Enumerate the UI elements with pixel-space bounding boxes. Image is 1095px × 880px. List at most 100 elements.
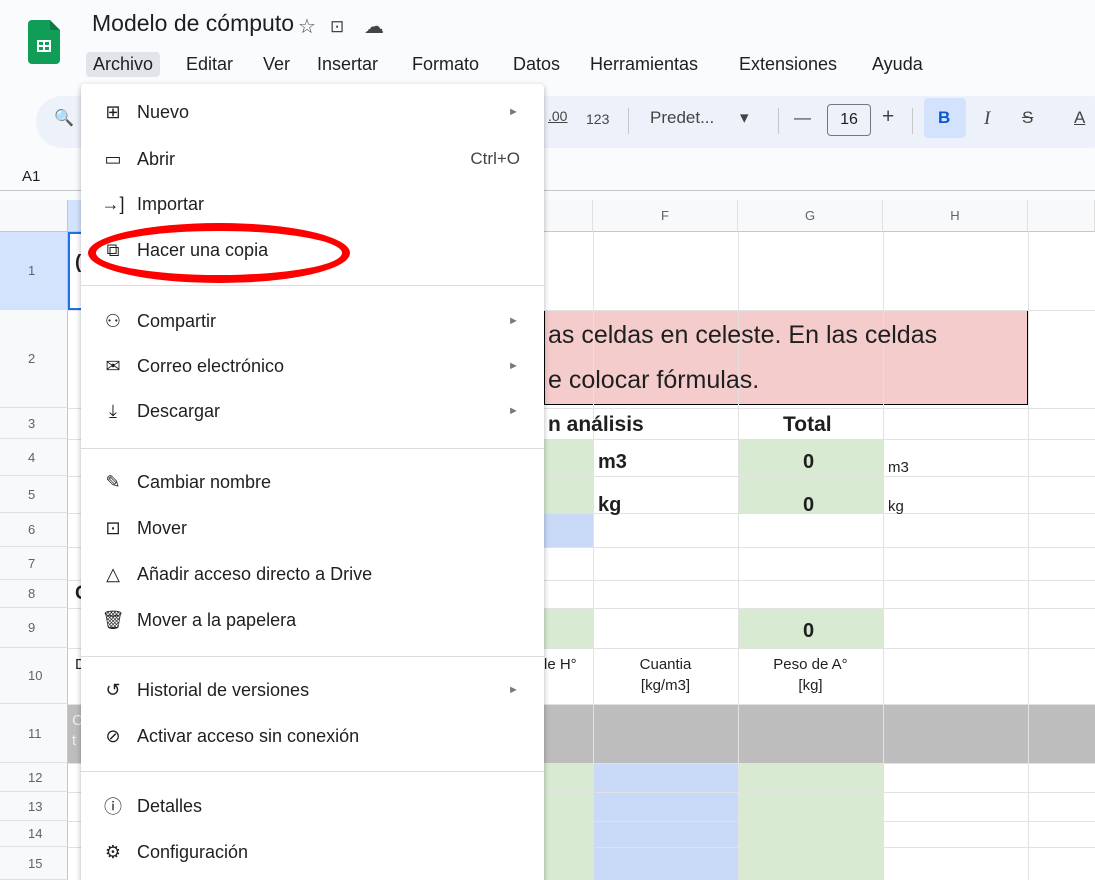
blue-cell-e6[interactable] — [544, 513, 593, 547]
increase-font-button[interactable]: + — [882, 105, 894, 129]
menu-item-label: Mover a la papelera — [137, 609, 297, 630]
strikethrough-button[interactable]: S — [1022, 108, 1033, 128]
row-header-11[interactable]: 11 — [0, 704, 68, 763]
rename-icon: ✎ — [105, 471, 121, 492]
column-g-header[interactable]: G — [738, 200, 883, 232]
history-icon: ↺ — [105, 679, 121, 700]
red-highlight-ellipse — [88, 223, 350, 283]
row-header-13[interactable]: 13 — [0, 792, 68, 821]
menu-insertar[interactable]: Insertar — [310, 52, 385, 77]
menu-item-label: Activar acceso sin conexión — [137, 725, 360, 746]
new-icon: ⊞ — [105, 101, 121, 122]
submenu-arrow-icon: ► — [508, 360, 519, 372]
menu-item-label: Mover — [137, 517, 188, 538]
menu-item-label: Historial de versiones — [137, 679, 310, 700]
menu-item-label: Detalles — [137, 795, 203, 816]
row-header-8[interactable]: 8 — [0, 580, 68, 608]
cell-a11-line2: t — [72, 732, 77, 749]
menu-item-compartir[interactable]: ⚇ Compartir ► — [81, 299, 544, 343]
column-f-header[interactable]: F — [593, 200, 738, 232]
row-header-14[interactable]: 14 — [0, 821, 68, 847]
menu-datos[interactable]: Datos — [506, 52, 567, 77]
info-icon: ⓘ — [104, 797, 122, 817]
name-box[interactable]: A1 — [22, 168, 40, 185]
bold-button[interactable]: B — [938, 108, 950, 128]
cloud-status-icon[interactable]: ☁ — [364, 14, 384, 39]
row-header-7[interactable]: 7 — [0, 547, 68, 580]
menu-item-configuracion[interactable]: ⚙ Configuración — [81, 830, 544, 874]
submenu-arrow-icon: ► — [508, 684, 519, 696]
menu-extensiones[interactable]: Extensiones — [732, 52, 844, 77]
decimal-format-button[interactable]: .00 — [548, 108, 567, 124]
column-a-header[interactable] — [68, 200, 82, 232]
menu-item-descargar[interactable]: ⤓ Descargar ► — [81, 389, 544, 433]
menu-divider — [81, 656, 544, 657]
menu-item-activar-acceso-sin-conexion[interactable]: ⊘ Activar acceso sin conexión — [81, 714, 544, 758]
toolbar-divider — [778, 108, 779, 134]
submenu-arrow-icon: ► — [508, 315, 519, 327]
cell-h5-unit: kg — [888, 498, 904, 515]
font-size-input[interactable]: 16 — [827, 104, 871, 136]
menu-item-nuevo[interactable]: ⊞ Nuevo ► — [81, 90, 544, 134]
menu-item-mover-a-la-papelera[interactable]: 🗑 Mover a la papelera — [81, 598, 544, 642]
menu-formato[interactable]: Formato — [405, 52, 486, 77]
document-title[interactable]: Modelo de cómputo — [92, 10, 294, 37]
row-header-12[interactable]: 12 — [0, 763, 68, 792]
move-folder-icon[interactable]: ⊡ — [330, 17, 344, 37]
column-i-header[interactable] — [1028, 200, 1095, 232]
search-menus-icon[interactable]: 🔍 — [54, 108, 74, 128]
menu-item-abrir[interactable]: ▭ Abrir Ctrl+O — [81, 137, 544, 181]
move-icon: ⊡ — [105, 517, 121, 538]
menu-item-label: Cambiar nombre — [137, 471, 272, 492]
folder-open-icon: ▭ — [104, 148, 122, 169]
number-format-button[interactable]: 123 — [586, 111, 609, 127]
font-family-select[interactable]: Predet... — [650, 108, 714, 128]
row-header-4[interactable]: 4 — [0, 439, 68, 476]
column-e-header[interactable] — [544, 200, 593, 232]
menu-item-label: Correo electrónico — [137, 355, 285, 376]
select-all-corner[interactable] — [0, 200, 68, 232]
email-icon: ✉ — [105, 355, 121, 376]
row-header-9[interactable]: 9 — [0, 608, 68, 648]
cell-g4-value: 0 — [803, 451, 815, 473]
menu-herramientas[interactable]: Herramientas — [583, 52, 705, 77]
menu-archivo[interactable]: Archivo — [86, 52, 161, 77]
menu-item-historial-de-versiones[interactable]: ↺ Historial de versiones ► — [81, 668, 544, 712]
column-h-header[interactable]: H — [883, 200, 1028, 232]
sheets-logo-icon[interactable] — [28, 20, 60, 64]
menu-editar[interactable]: Editar — [179, 52, 240, 77]
cell-h4-unit: m3 — [888, 459, 909, 476]
italic-button[interactable]: I — [984, 108, 990, 130]
menu-item-importar[interactable]: →] Importar — [81, 182, 544, 226]
row-header-10[interactable]: 10 — [0, 648, 68, 704]
menu-item-acceso-directo[interactable]: △ Añadir acceso directo a Drive — [81, 552, 544, 596]
star-icon[interactable]: ☆ — [298, 14, 316, 39]
menu-item-shortcut: Ctrl+O — [470, 149, 520, 168]
row-header-2[interactable]: 2 — [0, 310, 68, 408]
menu-item-correo-electronico[interactable]: ✉ Correo electrónico ► — [81, 344, 544, 388]
menu-ver[interactable]: Ver — [256, 52, 297, 77]
menu-item-detalles[interactable]: ⓘ Detalles — [81, 784, 544, 828]
menu-divider — [81, 448, 544, 449]
green-cell-e9[interactable] — [544, 608, 593, 648]
text-color-button[interactable]: A — [1074, 108, 1085, 128]
decrease-font-button[interactable]: — — [794, 108, 811, 128]
app-window: Modelo de cómputo ☆ ⊡ ☁ Archivo Editar V… — [0, 0, 1095, 880]
menu-item-label: Importar — [137, 193, 205, 214]
toolbar-divider — [912, 108, 913, 134]
chevron-down-icon[interactable]: ▾ — [740, 108, 749, 128]
submenu-arrow-icon: ► — [508, 405, 519, 417]
drive-shortcut-icon: △ — [106, 563, 120, 584]
menu-item-cambiar-nombre[interactable]: ✎ Cambiar nombre — [81, 460, 544, 504]
row-header-5[interactable]: 5 — [0, 476, 68, 513]
menu-item-label: Nuevo — [137, 101, 190, 122]
gear-icon: ⚙ — [104, 841, 122, 862]
row-header-6[interactable]: 6 — [0, 513, 68, 547]
row-header-1[interactable]: 1 — [0, 232, 68, 310]
banner-text-line2: e colocar fórmulas. — [548, 366, 760, 394]
menu-ayuda[interactable]: Ayuda — [865, 52, 930, 77]
row-header-3[interactable]: 3 — [0, 408, 68, 439]
menu-item-mover[interactable]: ⊡ Mover — [81, 506, 544, 550]
offline-icon: ⊘ — [105, 725, 121, 746]
row-header-15[interactable]: 15 — [0, 847, 68, 880]
